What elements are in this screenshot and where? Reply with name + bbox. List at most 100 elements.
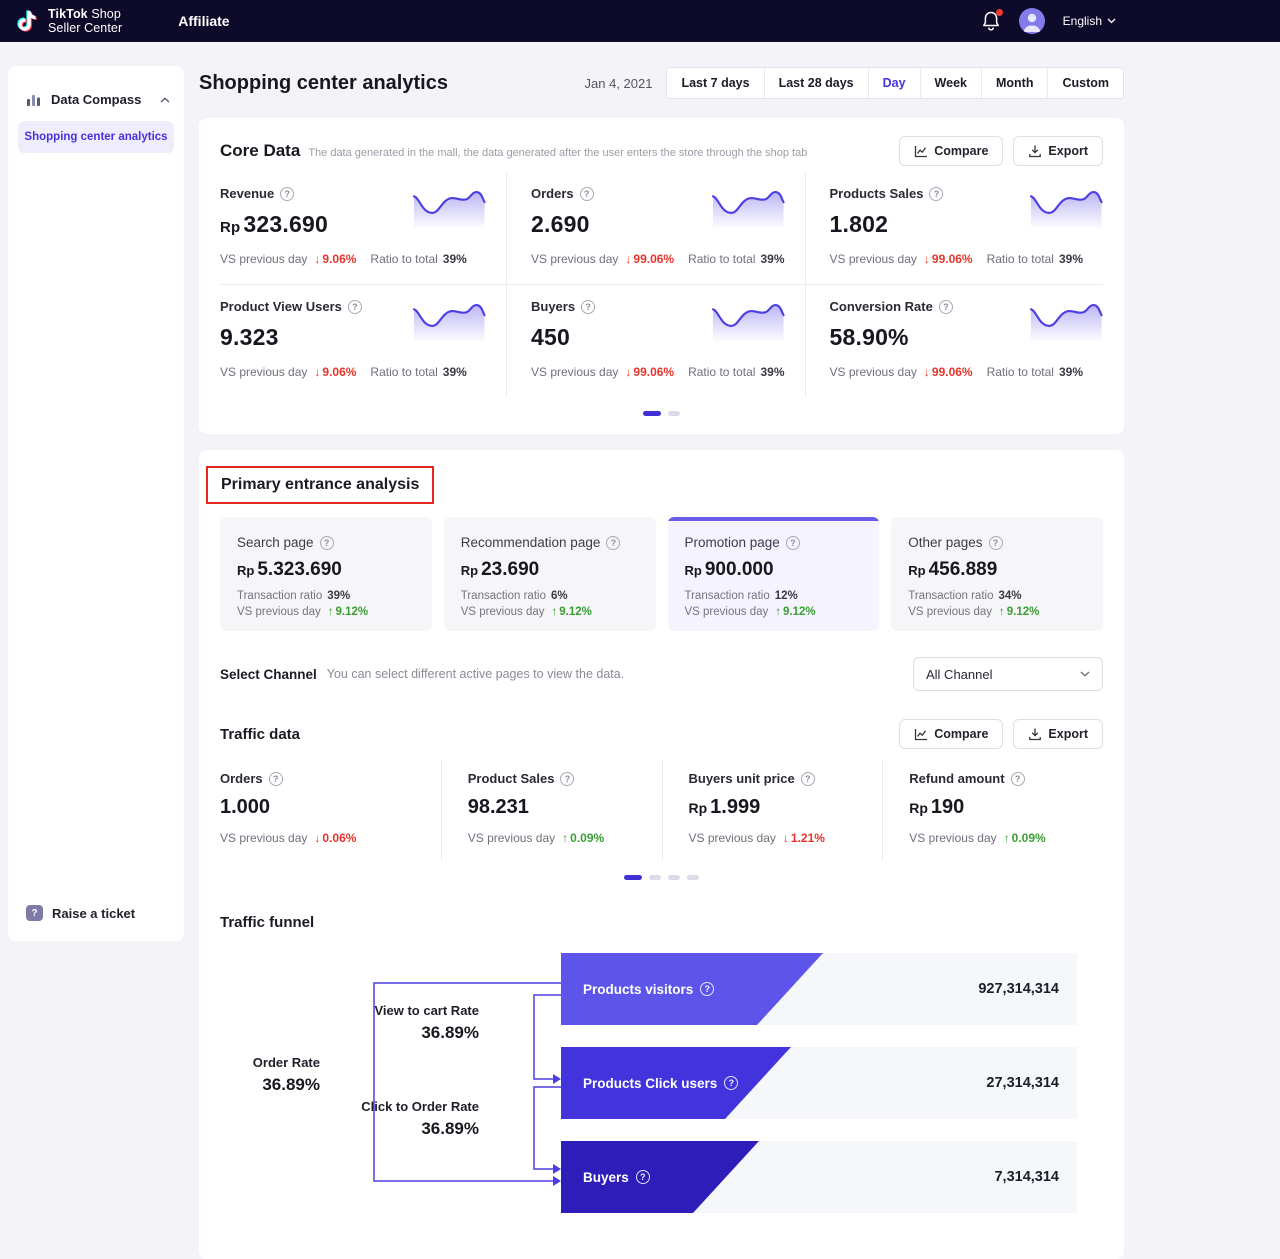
delta-value: ↓9.06% [314,252,356,266]
logo-shop: Shop [91,7,121,21]
vs-previous-day-label: VS previous day [220,252,307,266]
pagination-dot[interactable] [643,411,661,416]
vs-row: VS previous day↑9.12% [908,606,1086,618]
metric-label: Products Sales [830,186,924,201]
pagination-dot[interactable] [649,875,661,880]
vs-previous-day-label: VS previous day [689,831,776,845]
tab-last-7-days[interactable]: Last 7 days [667,68,763,98]
tab-week[interactable]: Week [920,68,981,98]
entrance-label: Search page [237,535,314,550]
transaction-ratio-label: Transaction ratio [237,590,322,602]
compare-button[interactable]: Compare [899,136,1003,166]
sidebar-section-data-compass[interactable]: Data Compass [8,92,184,107]
funnel-stage-products-visitors: Products visitors? 927,314,314 [561,953,1077,1025]
metric-number: 98.231 [468,796,529,818]
help-icon[interactable]: ? [606,536,620,550]
arrow-down-icon: ↓ [625,252,631,266]
help-icon[interactable]: ? [724,1076,738,1090]
help-icon[interactable]: ? [801,772,815,786]
help-icon[interactable]: ? [1011,772,1025,786]
avatar[interactable] [1019,8,1045,34]
help-icon[interactable]: ? [581,300,595,314]
entrance-card-other-pages[interactable]: Other pages? Rp456.889 Transaction ratio… [891,517,1103,631]
help-icon[interactable]: ? [280,187,294,201]
ratio-to-total-label: Ratio to total [688,365,755,379]
download-icon [1028,727,1042,741]
vs-previous-day-label: VS previous day [468,831,555,845]
core-data-card: Core Data The data generated in the mall… [199,118,1124,434]
help-icon[interactable]: ? [348,300,362,314]
metric-label: Refund amount [909,771,1004,786]
help-icon[interactable]: ? [560,772,574,786]
help-icon[interactable]: ? [989,536,1003,550]
pagination-dot[interactable] [668,411,680,416]
metric-comparison: VS previous day↑0.09% [909,831,1103,845]
metric-number: 58.90% [830,324,909,350]
export-button[interactable]: Export [1013,719,1103,749]
traffic-data-title: Traffic data [220,726,300,743]
navbar-right: English [981,8,1116,34]
metric-comparison: VS previous day ↓99.06% Ratio to total 3… [830,365,1084,379]
pagination-dot[interactable] [668,875,680,880]
sparkline-chart [711,297,785,343]
channel-dropdown[interactable]: All Channel [913,657,1103,691]
tiktok-note-icon [14,7,40,35]
sidebar: Data Compass Shopping center analytics ?… [8,66,184,941]
metric-number: 190 [931,796,964,818]
arrow-down-icon: ↓ [783,831,789,845]
help-icon[interactable]: ? [939,300,953,314]
compare-label: Compare [934,727,988,741]
notification-dot [996,9,1003,16]
help-icon[interactable]: ? [320,536,334,550]
transaction-ratio-value: 12% [775,590,798,602]
delta-pct: 0.09% [570,831,604,845]
funnel-stage-value: 27,314,314 [986,1047,1059,1119]
tab-custom[interactable]: Custom [1047,68,1123,98]
help-icon[interactable]: ? [269,772,283,786]
compare-chart-icon [914,728,928,741]
delta-value: ↑9.12% [775,606,815,618]
export-button[interactable]: Export [1013,136,1103,166]
tab-day[interactable]: Day [868,68,920,98]
core-data-actions: Compare Export [899,136,1103,166]
tab-last-28-days[interactable]: Last 28 days [764,68,868,98]
sidebar-item-shopping-center-analytics[interactable]: Shopping center analytics [18,121,174,153]
tab-month[interactable]: Month [981,68,1047,98]
entrance-card-recommendation-page[interactable]: Recommendation page? Rp23.690 Transactio… [444,517,656,631]
vs-previous-day-label: VS previous day [531,252,618,266]
help-icon[interactable]: ? [700,982,714,996]
help-icon[interactable]: ? [580,187,594,201]
notification-bell-icon[interactable] [981,10,1001,32]
delta-pct: 0.09% [1012,831,1046,845]
help-icon[interactable]: ? [636,1170,650,1184]
transaction-ratio-value: 6% [551,590,568,602]
currency-prefix: Rp [220,219,240,236]
pagination-dot[interactable] [624,875,642,880]
funnel-stage-value: 927,314,314 [978,953,1059,1025]
delta-pct: 99.06% [932,365,973,379]
metric-label: Product Sales [468,771,555,786]
compare-button[interactable]: Compare [899,719,1003,749]
help-icon[interactable]: ? [929,187,943,201]
user-icon [1019,8,1045,34]
help-icon[interactable]: ? [786,536,800,550]
tiktok-logo[interactable]: TikTok Shop Seller Center [14,7,122,35]
raise-a-ticket[interactable]: ? Raise a ticket [26,905,135,921]
pagination-dot[interactable] [687,875,699,880]
sidebar-section-label: Data Compass [51,92,151,107]
delta-pct: 9.06% [322,252,356,266]
metric-label: Orders [531,186,574,201]
entrance-card-search-page[interactable]: Search page? Rp5.323.690 Transaction rat… [220,517,432,631]
language-selector[interactable]: English [1063,14,1116,28]
entrance-number: 900.000 [705,559,774,580]
entrance-card-promotion-page[interactable]: Promotion page? Rp900.000 Transaction ra… [668,517,880,631]
nav-item-affiliate[interactable]: Affiliate [178,13,229,29]
metric-label: Buyers [531,299,575,314]
metric-value: 98.231 [468,796,662,819]
core-data-header: Core Data The data generated in the mall… [220,136,1103,166]
ratio-to-total-label: Ratio to total [370,252,437,266]
date-range-tab-group: Last 7 days Last 28 days Day Week Month … [666,67,1124,99]
logo-seller-center: Seller Center [48,21,122,35]
metric-comparison: VS previous day↓0.06% [220,831,441,845]
vs-previous-day-label: VS previous day [531,365,618,379]
